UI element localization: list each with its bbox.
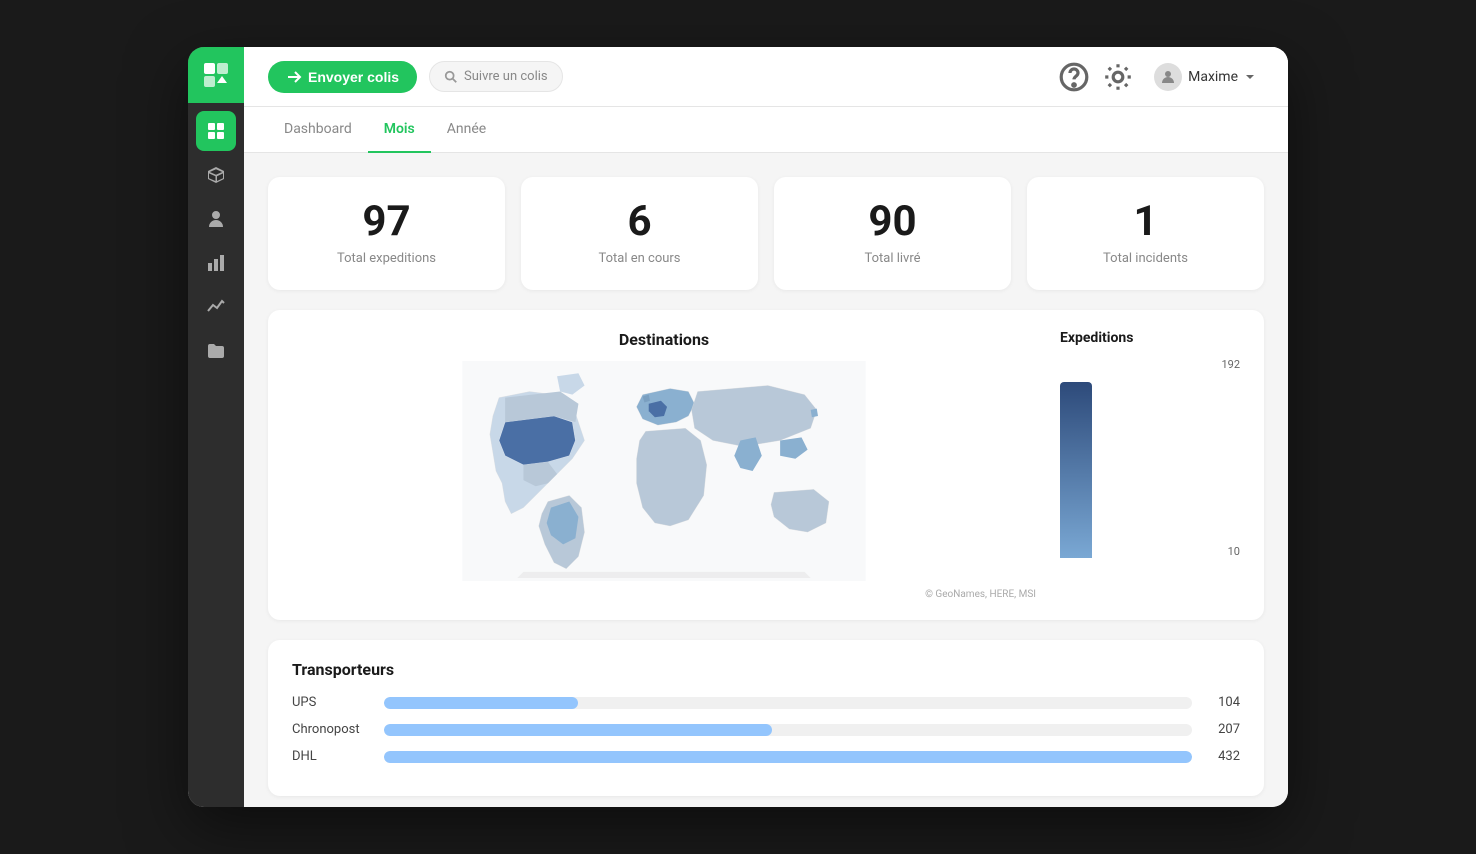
- stat-label-incidents: Total incidents: [1047, 251, 1244, 266]
- transport-name-ups: UPS: [292, 695, 372, 710]
- transporteurs-title: Transporteurs: [292, 660, 1240, 679]
- main-content: Envoyer colis Suivre un colis: [244, 47, 1288, 807]
- logo: [188, 47, 244, 103]
- map-copyright: © GeoNames, HERE, MSI: [292, 589, 1036, 600]
- sidebar-item-packages[interactable]: [196, 155, 236, 195]
- sidebar-nav: [188, 103, 244, 379]
- transport-bar-chronopost: [384, 724, 1192, 736]
- page-content: 97 Total expeditions 6 Total en cours 90…: [244, 153, 1288, 807]
- settings-button[interactable]: [1102, 61, 1134, 93]
- map-title: Destinations: [292, 330, 1036, 349]
- transport-count-chronopost: 207: [1204, 722, 1240, 737]
- expeditions-bar: [1060, 382, 1092, 558]
- avatar: [1154, 63, 1182, 91]
- transport-row-dhl: DHL 432: [292, 749, 1240, 764]
- map-section: Destinations: [268, 310, 1264, 620]
- stat-number-expeditions: 97: [288, 201, 485, 243]
- stat-label-expeditions: Total expeditions: [288, 251, 485, 266]
- map-svg-wrapper: [292, 361, 1036, 585]
- sidebar-item-trends[interactable]: [196, 287, 236, 327]
- transport-name-dhl: DHL: [292, 749, 372, 764]
- sidebar: [188, 47, 244, 807]
- stat-card-expeditions: 97 Total expeditions: [268, 177, 505, 290]
- stat-number-livre: 90: [794, 201, 991, 243]
- transport-bar-fill-ups: [384, 697, 578, 709]
- stat-number-en-cours: 6: [541, 201, 738, 243]
- header-actions: Maxime: [1058, 59, 1264, 95]
- app-container: Envoyer colis Suivre un colis: [188, 47, 1288, 807]
- stat-label-en-cours: Total en cours: [541, 251, 738, 266]
- stat-card-en-cours: 6 Total en cours: [521, 177, 758, 290]
- transport-bar-dhl: [384, 751, 1192, 763]
- tabs: Dashboard Mois Année: [244, 107, 1288, 153]
- stat-number-incidents: 1: [1047, 201, 1244, 243]
- map-container: Destinations: [292, 330, 1036, 600]
- search-icon: [444, 70, 458, 84]
- transport-row-ups: UPS 104: [292, 695, 1240, 710]
- gear-icon: [1102, 61, 1134, 93]
- sidebar-item-contacts[interactable]: [196, 199, 236, 239]
- sidebar-item-dashboard[interactable]: [196, 111, 236, 151]
- transport-bar-fill-chronopost: [384, 724, 772, 736]
- user-menu[interactable]: Maxime: [1146, 59, 1264, 95]
- chevron-down-icon: [1244, 71, 1256, 83]
- user-name: Maxime: [1188, 69, 1238, 85]
- send-package-button[interactable]: Envoyer colis: [268, 61, 417, 93]
- transport-bar-ups: [384, 697, 1192, 709]
- stat-label-livre: Total livré: [794, 251, 991, 266]
- help-icon: [1058, 61, 1090, 93]
- header: Envoyer colis Suivre un colis: [244, 47, 1288, 107]
- chart-title: Expeditions: [1060, 330, 1240, 346]
- stats-row: 97 Total expeditions 6 Total en cours 90…: [268, 177, 1264, 290]
- user-icon: [1160, 69, 1176, 85]
- transport-count-dhl: 432: [1204, 749, 1240, 764]
- sidebar-item-folders[interactable]: [196, 331, 236, 371]
- transport-row-chronopost: Chronopost 207: [292, 722, 1240, 737]
- transport-count-ups: 104: [1204, 695, 1240, 710]
- chart-max-value: 192: [1221, 358, 1240, 371]
- sidebar-item-stats[interactable]: [196, 243, 236, 283]
- tab-mois[interactable]: Mois: [368, 107, 431, 153]
- tab-annee[interactable]: Année: [431, 107, 502, 153]
- world-map: [292, 361, 1036, 581]
- stat-card-incidents: 1 Total incidents: [1027, 177, 1264, 290]
- tab-dashboard[interactable]: Dashboard: [268, 107, 368, 153]
- track-package-search[interactable]: Suivre un colis: [429, 61, 563, 92]
- help-button[interactable]: [1058, 61, 1090, 93]
- transport-name-chronopost: Chronopost: [292, 722, 372, 737]
- expeditions-chart: Expeditions 192 10: [1060, 330, 1240, 600]
- transport-bar-fill-dhl: [384, 751, 1192, 763]
- chart-min-value: 10: [1228, 545, 1240, 558]
- stat-card-livre: 90 Total livré: [774, 177, 1011, 290]
- transporteurs-section: Transporteurs UPS 104 Chronopost 207: [268, 640, 1264, 796]
